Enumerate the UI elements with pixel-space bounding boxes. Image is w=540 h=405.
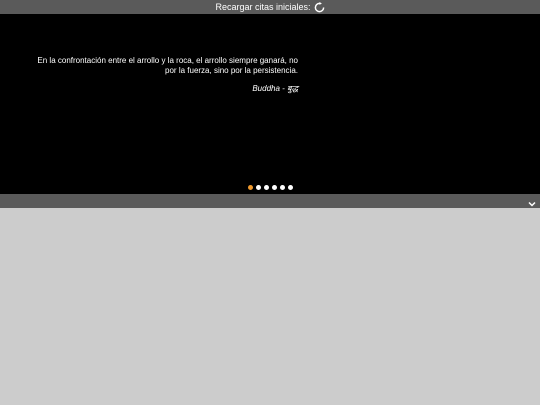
slider-dot-2[interactable] (255, 185, 261, 190)
slider-dot-1[interactable] (247, 185, 253, 190)
slider-dot-6[interactable] (287, 185, 293, 190)
bottom-bar (0, 194, 540, 208)
refresh-icon[interactable] (314, 1, 325, 13)
slider-pagination (0, 185, 540, 190)
reload-quotes-button[interactable]: Recargar citas iniciales: (215, 1, 325, 13)
quote-slider: En la confrontación entre el arrollo y l… (0, 14, 540, 194)
quote-author: Buddha - बुद्ध (252, 84, 298, 93)
slider-dot-4[interactable] (271, 185, 277, 190)
page: Recargar citas iniciales: En la confront… (0, 0, 540, 405)
chevron-down-icon[interactable] (527, 196, 537, 207)
quote-text: En la confrontación entre el arrollo y l… (37, 56, 298, 75)
top-bar: Recargar citas iniciales: (0, 0, 540, 14)
slider-dot-3[interactable] (263, 185, 269, 190)
slider-dot-5[interactable] (279, 185, 285, 190)
reload-quotes-label: Recargar citas iniciales: (215, 2, 311, 12)
